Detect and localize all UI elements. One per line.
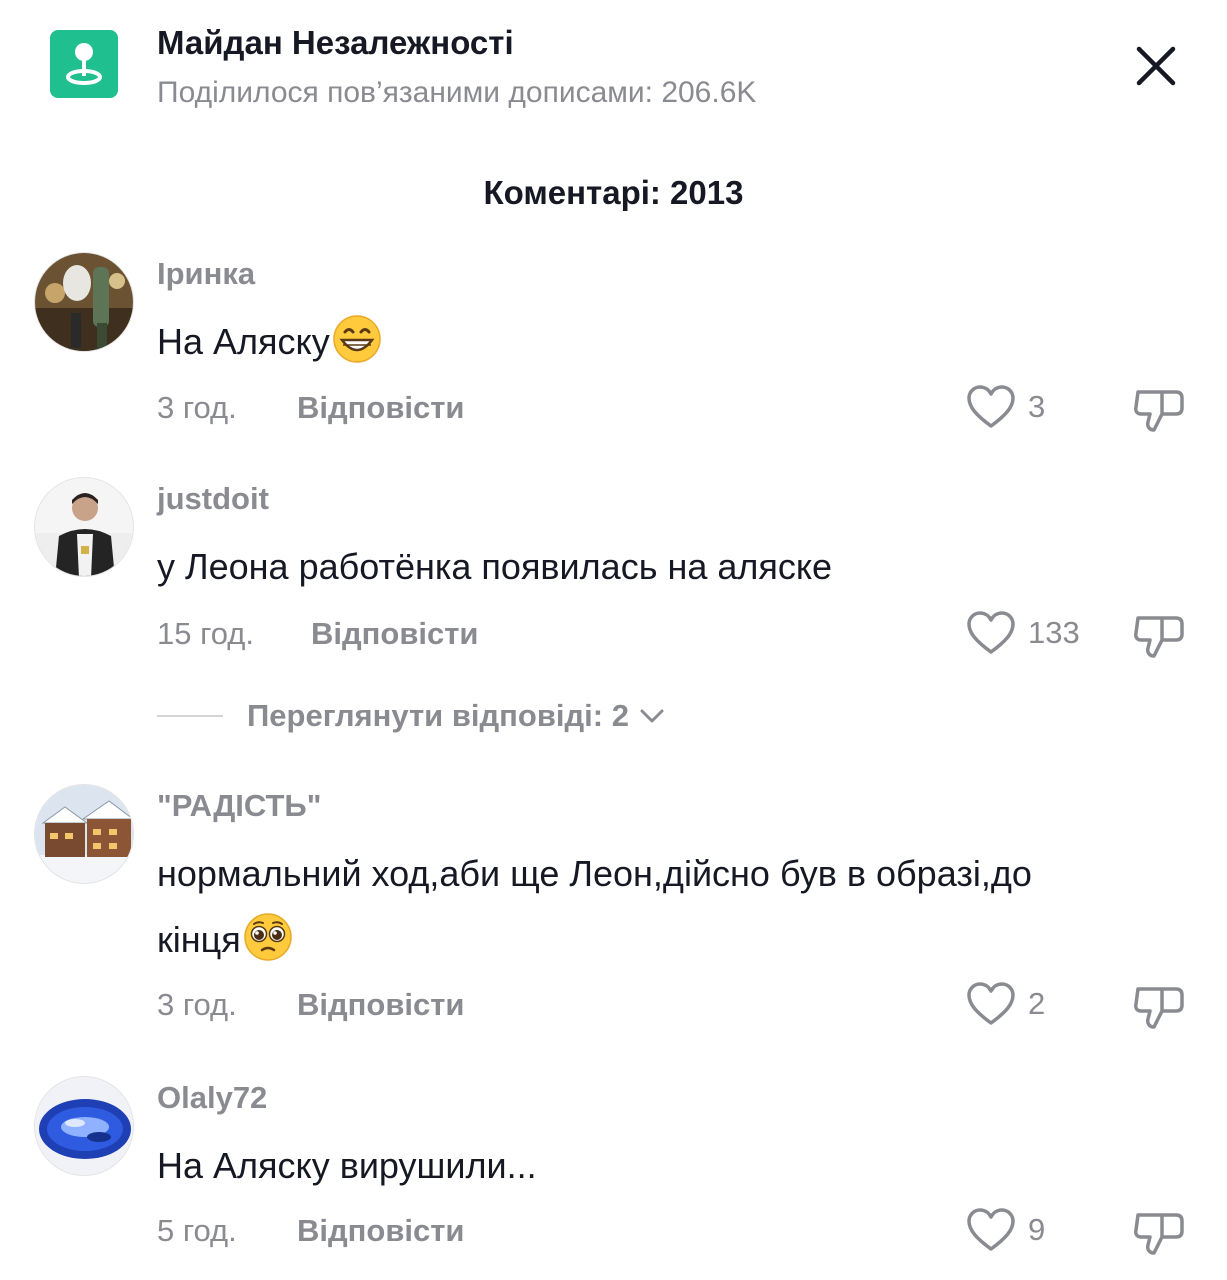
view-replies-button[interactable]: Переглянути відповіді: 2	[157, 692, 667, 740]
heart-icon	[967, 385, 1015, 428]
comment-text: у Леона работёнка появилась на аляске	[157, 534, 1117, 600]
thumbs-down-icon	[1134, 390, 1184, 432]
chevron-down-icon	[640, 709, 664, 723]
like-button[interactable]: 2	[966, 981, 1045, 1027]
like-count: 2	[1028, 986, 1046, 1021]
like-count: 3	[1028, 389, 1046, 424]
like-count: 133	[1028, 615, 1080, 650]
location-related-posts-count: Поділилося пов’язаними дописами: 206.6K	[157, 76, 757, 109]
heart-icon	[967, 611, 1015, 654]
comment-time: 15 год.	[157, 616, 254, 651]
comment-username[interactable]: Olaly72	[157, 1080, 267, 1116]
comment-time: 5 год.	[157, 1213, 237, 1248]
comment-text: На Аляску вирушили...	[157, 1133, 1117, 1199]
dislike-button[interactable]	[1132, 384, 1188, 436]
location-pin-icon	[50, 30, 118, 98]
grinning-face-emoji	[332, 314, 382, 364]
reply-button[interactable]: Відповісти	[297, 390, 465, 426]
thumbs-down-icon	[1134, 987, 1184, 1029]
dislike-button[interactable]	[1132, 1207, 1188, 1259]
comment-text: На Аляску	[157, 309, 1117, 375]
comment-text-content: На Аляску	[157, 321, 330, 362]
reply-button[interactable]: Відповісти	[297, 987, 465, 1023]
comment-text-content: На Аляску вирушили...	[157, 1145, 537, 1186]
avatar[interactable]	[34, 784, 134, 884]
like-button[interactable]: 3	[966, 384, 1045, 430]
comment-username[interactable]: Іринка	[157, 256, 255, 292]
like-button[interactable]: 9	[966, 1207, 1045, 1253]
reply-button[interactable]: Відповісти	[297, 1213, 465, 1249]
comment-text: нормальний ход,аби ще Леон,дійсно був в …	[157, 841, 1117, 973]
comment-time: 3 год.	[157, 390, 237, 425]
dislike-button[interactable]	[1132, 981, 1188, 1033]
comment-username[interactable]: justdoit	[157, 481, 269, 517]
comment-text-content: у Леона работёнка появилась на аляске	[157, 546, 833, 587]
view-replies-label: Переглянути відповіді: 2	[247, 698, 629, 733]
avatar[interactable]	[34, 252, 134, 352]
header: Майдан Незалежності Поділилося пов’язани…	[0, 0, 1227, 130]
close-icon	[1136, 46, 1176, 86]
like-count: 9	[1028, 1212, 1046, 1247]
close-button[interactable]	[1128, 38, 1184, 94]
reply-button[interactable]: Відповісти	[311, 616, 479, 652]
heart-icon	[967, 982, 1015, 1025]
divider-line	[157, 715, 223, 717]
comment-username[interactable]: "РАДІСТЬ"	[157, 788, 321, 824]
dislike-button[interactable]	[1132, 610, 1188, 662]
avatar[interactable]	[34, 1076, 134, 1176]
like-button[interactable]: 133	[966, 610, 1080, 656]
location-title[interactable]: Майдан Незалежності	[157, 24, 514, 62]
avatar[interactable]	[34, 477, 134, 577]
pleading-face-emoji	[243, 912, 293, 962]
thumbs-down-icon	[1134, 1213, 1184, 1255]
comment-time: 3 год.	[157, 987, 237, 1022]
thumbs-down-icon	[1134, 616, 1184, 658]
heart-icon	[967, 1208, 1015, 1251]
comments-count: Коментарі: 2013	[483, 174, 744, 211]
